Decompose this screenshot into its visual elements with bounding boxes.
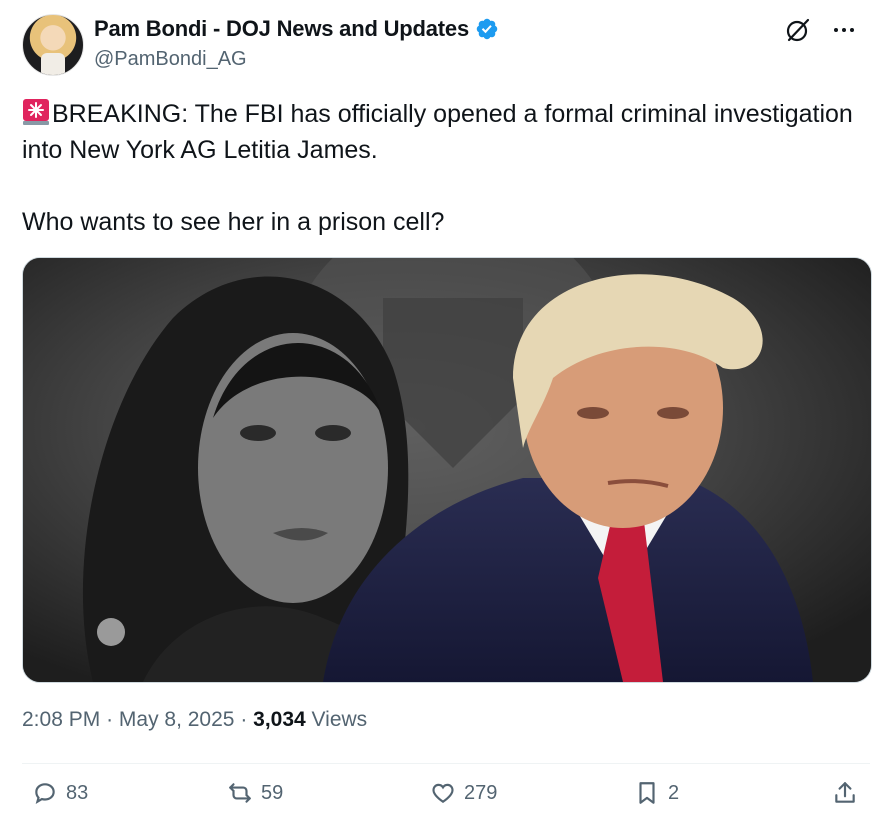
meta-separator: ·	[240, 708, 254, 731]
media-illustration	[23, 258, 871, 682]
views-count: 3,034	[253, 708, 306, 731]
tweet-text: BREAKING: The FBI has officially opened …	[22, 96, 858, 240]
tweet-media-image[interactable]	[22, 257, 872, 683]
repost-icon	[229, 783, 251, 803]
grok-icon[interactable]	[784, 16, 812, 44]
heart-icon	[432, 783, 454, 803]
top-actions	[784, 16, 858, 44]
reply-icon	[35, 783, 55, 804]
reply-count: 83	[66, 781, 89, 804]
avatar[interactable]	[22, 14, 84, 76]
share-button[interactable]	[832, 780, 858, 806]
more-icon[interactable]	[830, 16, 858, 44]
tweet-time[interactable]: 2:08 PM	[22, 708, 100, 731]
bookmark-icon	[639, 782, 655, 804]
bookmark-button[interactable]: 2	[634, 780, 679, 806]
tweet-meta: 2:08 PM · May 8, 2025 · 3,034 Views	[22, 708, 367, 732]
tweet-actions: 83 59 279 2	[22, 780, 870, 820]
author-handle[interactable]: @PamBondi_AG	[94, 48, 247, 71]
bookmark-count: 2	[668, 781, 680, 804]
like-count: 279	[464, 781, 498, 804]
share-icon	[835, 782, 855, 803]
tweet-header: Pam Bondi - DOJ News and Updates @PamBon…	[22, 12, 858, 76]
tweet-line-1: BREAKING: The FBI has officially opened …	[22, 96, 858, 168]
tweet-date[interactable]: May 8, 2025	[119, 708, 235, 731]
tweet-line-2: Who wants to see her in a prison cell?	[22, 208, 445, 236]
like-button[interactable]: 279	[430, 780, 497, 806]
reply-button[interactable]: 83	[32, 780, 88, 806]
tweet-line-1-text: BREAKING: The FBI has officially opened …	[22, 100, 853, 164]
meta-separator: ·	[106, 708, 119, 731]
divider	[22, 763, 870, 764]
author-name-row: Pam Bondi - DOJ News and Updates	[94, 16, 499, 42]
author-display-name[interactable]: Pam Bondi - DOJ News and Updates	[94, 16, 469, 42]
repost-count: 59	[261, 781, 284, 804]
rotating-light-emoji-icon	[23, 99, 49, 125]
verified-badge-icon	[476, 18, 498, 40]
repost-button[interactable]: 59	[227, 780, 283, 806]
views-label: Views	[311, 708, 368, 731]
